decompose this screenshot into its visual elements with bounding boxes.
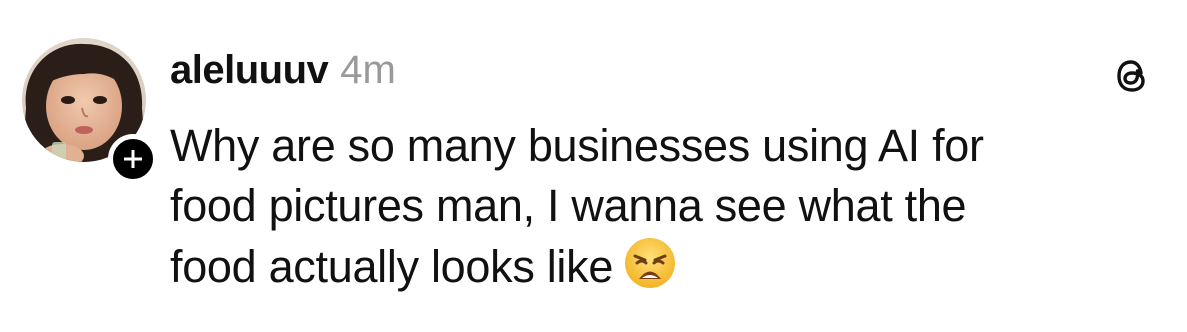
username[interactable]: aleluuuv bbox=[170, 48, 329, 93]
post-header: aleluuuv 4m bbox=[170, 48, 396, 98]
weary-face-emoji-icon bbox=[623, 236, 677, 305]
follow-button[interactable] bbox=[108, 134, 158, 184]
post-text-line: food pictures man, I wanna see what the bbox=[170, 180, 967, 231]
post-text: Why are so many businesses using AI for … bbox=[170, 116, 1170, 305]
threads-post: aleluuuv 4m Why are so many businesses u… bbox=[0, 0, 1187, 332]
post-text-line: Why are so many businesses using AI for bbox=[170, 120, 984, 171]
post-text-line-last: food actually looks like bbox=[170, 236, 1170, 305]
timestamp: 4m bbox=[340, 48, 396, 92]
threads-logo-icon[interactable] bbox=[1112, 56, 1152, 96]
avatar-container[interactable] bbox=[22, 38, 158, 188]
plus-icon bbox=[124, 150, 142, 168]
post-text-line-content: food actually looks like bbox=[170, 241, 614, 292]
